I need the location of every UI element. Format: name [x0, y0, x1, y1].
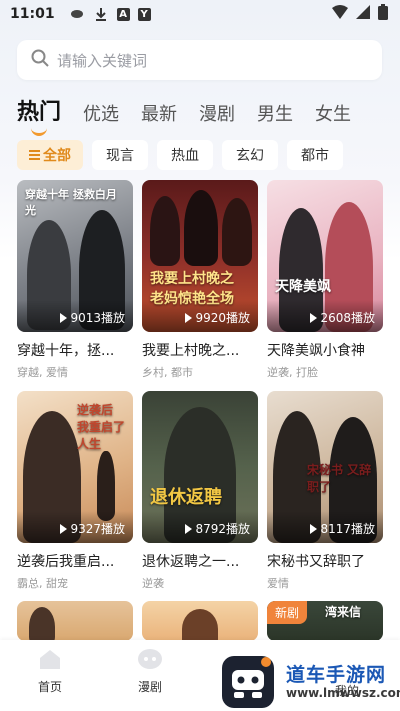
notification-icon — [69, 6, 85, 22]
drama-title: 逆袭后我重启... — [17, 554, 115, 570]
tab-selected[interactable]: 优选 — [83, 100, 119, 132]
play-count: 9013播放 — [60, 309, 125, 326]
search-bar[interactable]: 请输入关键词 — [17, 40, 382, 80]
drama-tags: 霸总, 甜宠 — [17, 577, 68, 590]
drama-title: 退休返聘之一... — [142, 554, 240, 570]
play-icon — [60, 312, 68, 323]
play-count: 8792播放 — [185, 520, 250, 537]
nav-comic[interactable]: 漫剧 — [100, 640, 200, 711]
tab-latest[interactable]: 最新 — [141, 100, 177, 132]
drama-title: 天降美飒小食神 — [267, 343, 365, 359]
drama-title: 我要上村晚之... — [142, 343, 240, 359]
status-bar: 11:01 A Y — [0, 0, 400, 28]
drama-card[interactable]: 宋秘书 又辞职了 8117播放 宋秘书又辞职了 爱情 — [267, 391, 383, 591]
poster-title: 退休返聘 — [150, 487, 222, 508]
drama-title: 穿越十年，拯... — [17, 343, 115, 359]
drama-tags: 爱情 — [267, 577, 289, 590]
chip-romance[interactable]: 现言 — [92, 140, 148, 170]
chip-all-label: 全部 — [43, 148, 71, 164]
drama-poster[interactable]: 新剧 湾来信 — [267, 601, 383, 641]
site-watermark: 我的 道车手游网 www.lmwwsz.com — [222, 650, 400, 708]
tab-hot[interactable]: 热门 — [17, 94, 62, 136]
drama-poster[interactable]: 宋秘书 又辞职了 8117播放 — [267, 391, 383, 543]
chip-urban[interactable]: 都市 — [287, 140, 343, 170]
drama-card[interactable]: 穿越十年 拯救白月光 9013播放 穿越十年，拯... 穿越, 爱情 — [17, 180, 133, 380]
play-icon — [185, 523, 193, 534]
play-count-text: 8117播放 — [320, 522, 375, 536]
poster-title: 天降美飒 — [275, 279, 331, 295]
play-count-text: 8792播放 — [195, 522, 250, 536]
home-icon — [37, 648, 63, 670]
drama-tags: 逆袭 — [142, 577, 164, 590]
app-y-icon: Y — [137, 7, 151, 21]
poster-title: 湾来信 — [325, 605, 362, 619]
drama-card[interactable]: 新剧 湾来信 — [267, 601, 383, 641]
play-icon — [185, 312, 193, 323]
drama-tags: 乡村, 都市 — [142, 366, 193, 379]
drama-card[interactable]: 逆袭后 我重启了人生 9327播放 逆袭后我重启... 霸总, 甜宠 — [17, 391, 133, 591]
play-count: 2608播放 — [310, 309, 375, 326]
drama-card[interactable] — [142, 601, 258, 641]
tab-female[interactable]: 女生 — [315, 100, 351, 132]
drama-card[interactable]: 天降美飒 2608播放 天降美飒小食神 逆袭, 打脸 — [267, 180, 383, 380]
tab-male[interactable]: 男生 — [257, 100, 293, 132]
play-count-text: 2608播放 — [320, 311, 375, 325]
drama-tags: 逆袭, 打脸 — [267, 366, 318, 379]
new-badge: 新剧 — [267, 601, 308, 624]
category-tabs: 热门 优选 最新 漫剧 男生 女生 — [17, 90, 387, 136]
play-count-text: 9920播放 — [195, 311, 250, 325]
chip-fantasy[interactable]: 玄幻 — [222, 140, 278, 170]
status-time: 11:01 — [10, 6, 55, 22]
drama-card[interactable]: 退休返聘 8792播放 退休返聘之一... 逆袭 — [142, 391, 258, 591]
play-count: 9327播放 — [60, 520, 125, 537]
download-icon — [93, 6, 109, 22]
poster-title: 穿越十年 拯救白月光 — [25, 188, 117, 217]
play-count-text: 9327播放 — [70, 522, 125, 536]
play-icon — [310, 312, 318, 323]
drama-poster[interactable] — [17, 601, 133, 641]
nav-home[interactable]: 首页 — [0, 640, 100, 711]
chip-all[interactable]: 全部 — [17, 140, 83, 170]
watermark-site-name: 道车手游网 — [286, 664, 387, 686]
drama-poster[interactable]: 逆袭后 我重启了人生 9327播放 — [17, 391, 133, 543]
watermark-logo — [222, 656, 274, 708]
drama-poster[interactable]: 我要上村晚之 老妈惊艳全场 9920播放 — [142, 180, 258, 332]
signal-icon — [356, 5, 370, 23]
tab-active-indicator — [31, 128, 47, 136]
app-a-icon: A — [116, 7, 130, 21]
drama-poster[interactable]: 穿越十年 拯救白月光 9013播放 — [17, 180, 133, 332]
drama-title: 宋秘书又辞职了 — [267, 554, 365, 570]
play-icon — [60, 523, 68, 534]
tab-comic[interactable]: 漫剧 — [199, 100, 235, 132]
drama-card[interactable]: 我要上村晚之 老妈惊艳全场 9920播放 我要上村晚之... 乡村, 都市 — [142, 180, 258, 380]
poster-title: 逆袭后 我重启了人生 — [77, 403, 126, 451]
genre-filter: 全部 现言 热血 玄幻 都市 — [17, 140, 387, 170]
list-icon — [29, 148, 40, 162]
play-count: 8117播放 — [310, 520, 375, 537]
drama-poster[interactable] — [142, 601, 258, 641]
nav-comic-label: 漫剧 — [137, 680, 162, 694]
drama-poster[interactable]: 天降美飒 2608播放 — [267, 180, 383, 332]
tab-hot-label: 热门 — [17, 100, 62, 125]
drama-card[interactable] — [17, 601, 133, 641]
play-count-text: 9013播放 — [70, 311, 125, 325]
search-input[interactable]: 请输入关键词 — [57, 50, 147, 71]
play-count: 9920播放 — [185, 309, 250, 326]
comic-icon — [137, 648, 163, 670]
drama-poster[interactable]: 退休返聘 8792播放 — [142, 391, 258, 543]
wifi-icon — [332, 5, 348, 23]
drama-tags: 穿越, 爱情 — [17, 366, 68, 379]
play-icon — [310, 523, 318, 534]
nav-home-label: 首页 — [37, 680, 62, 694]
search-icon — [31, 49, 49, 71]
battery-icon — [378, 4, 388, 24]
chip-action[interactable]: 热血 — [157, 140, 213, 170]
poster-title: 宋秘书 又辞职了 — [307, 463, 372, 494]
watermark-url: www.lmwwsz.com — [286, 686, 400, 700]
